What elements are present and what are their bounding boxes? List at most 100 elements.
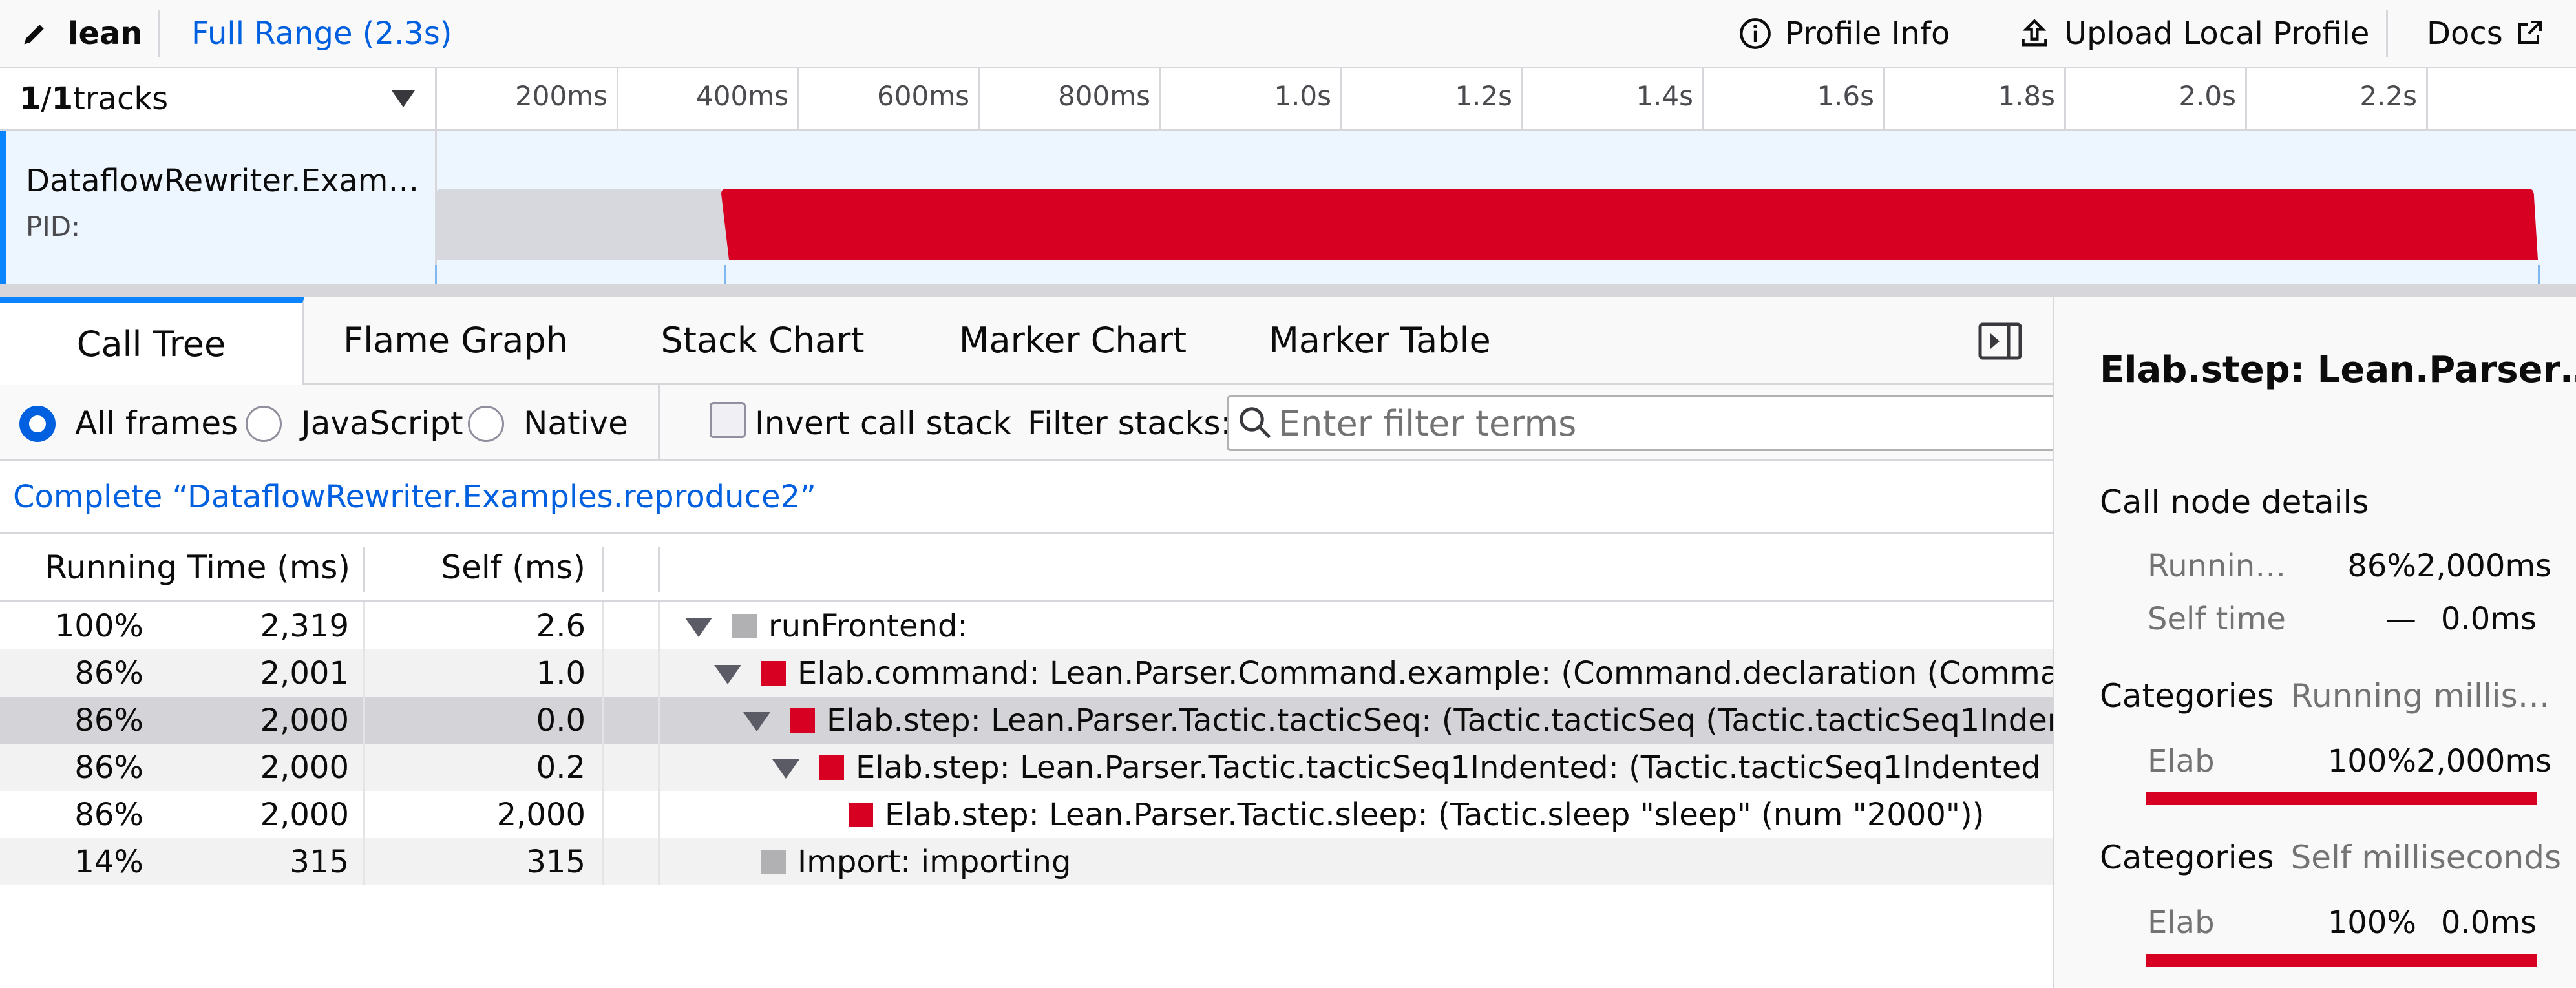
divider [658,791,660,838]
running-percent: 86% [74,749,143,786]
radio-native-label[interactable]: Native [523,385,628,461]
range-breadcrumb[interactable]: Full Range (2.3s) [191,0,452,67]
tree-row[interactable]: 86% 2,000 0.2 Elab.step: Lean.Parser.Tactic… [0,744,2053,791]
dropdown-arrow-icon[interactable] [392,90,415,107]
running-percent: 86% [74,655,143,691]
tab-marker-chart[interactable]: Marker Chart [931,297,1215,383]
divider [158,10,160,57]
radio-native[interactable] [468,406,504,442]
category-swatch [761,661,786,686]
divider [602,602,604,649]
self-time: 0.2 [536,749,586,786]
profile-name[interactable]: lean [68,0,143,67]
category-bar [2146,954,2537,967]
divider [363,547,365,592]
category-swatch [732,614,757,638]
profile-info-label: Profile Info [1785,15,1950,52]
tab-flame-graph[interactable]: Flame Graph [317,297,595,383]
pencil-icon[interactable] [21,0,59,67]
category-pct: 100% [2327,905,2416,941]
timeline-tick-label: 1.4s [1636,80,1693,112]
twisty-icon[interactable] [772,759,799,779]
upload-local-profile-button[interactable]: Upload Local Profile [2018,0,2369,67]
tab-marker-table[interactable]: Marker Table [1234,297,1525,383]
timeline-tick [1159,68,1161,129]
track-name[interactable]: DataflowRewriter.Exam… [26,163,419,199]
tracks-total: 1 [51,80,73,117]
divider [602,791,604,838]
search-icon [1240,407,1271,439]
tree-row[interactable]: 86% 2,000 0.0 Elab.step: Lean.Parser.Tactic… [0,697,2053,744]
tracks-separator: / [41,80,52,117]
category-swatch [761,850,786,874]
divider [658,547,660,592]
categories-sub: Self milliseconds [2290,839,2562,876]
idle-area [435,189,729,260]
self-pct: — [2385,601,2416,637]
self-ms: 0.0ms [2440,601,2537,637]
radio-javascript[interactable] [246,406,282,442]
categories-running-heading: Categories Running millis… [2100,677,2550,715]
panel-splitter[interactable] [0,284,2576,297]
running-percent: 86% [74,796,143,833]
call-tree: 100% 2,319 2.6 runFrontend: 86% 2,001 1.0 Elab.… [0,602,2053,988]
timeline-tick [1521,68,1523,129]
invert-call-stack-label[interactable]: Invert call stack [755,385,1011,461]
running-time-label: Runnin… [2148,548,2286,584]
tree-header: Running Time (ms) Self (ms) [0,534,2053,602]
timeline-tick [1340,68,1342,129]
divider [2386,10,2388,57]
activity-graph[interactable] [435,131,2548,284]
categories-label: Categories [2100,839,2274,876]
tree-row[interactable]: 100% 2,319 2.6 runFrontend: [0,602,2053,649]
call-node-details-heading: Call node details [2100,483,2369,521]
radio-all-frames-label[interactable]: All frames [75,385,238,461]
top-bar: lean Full Range (2.3s) Profile Info Uplo… [0,0,2576,68]
divider [602,649,604,697]
divider [602,697,604,744]
divider [658,838,660,885]
radio-all-frames[interactable] [19,406,56,442]
category-pct: 100% [2327,743,2416,779]
docs-link[interactable]: Docs [2427,0,2544,67]
timeline-tick [978,68,980,129]
category-name: Elab [2148,905,2215,941]
external-link-icon [2518,20,2542,44]
profile-info-button[interactable]: Profile Info [1738,0,1950,67]
timeline-tick [617,68,618,129]
invert-call-stack-checkbox[interactable] [710,402,746,438]
running-pct: 86% [2347,548,2416,584]
filter-stacks-label: Filter stacks: [1028,405,1232,442]
tracks-current: 1 [19,80,41,117]
sidebar-toggle-icon[interactable] [1978,321,2023,362]
filter-stacks-input[interactable] [1278,395,2054,451]
twisty-icon[interactable] [743,712,770,731]
tracks-word: tracks [72,80,169,117]
running-percent: 100% [54,607,143,644]
elab-area [721,189,2538,260]
tree-row[interactable]: 86% 2,001 1.0 Elab.command: Lean.Parser.Com… [0,649,2053,697]
timeline-tick-label: 800ms [1058,80,1150,112]
twisty-icon[interactable] [685,618,712,637]
tree-row[interactable]: 86% 2,000 2,000 Elab.step: Lean.Parser.Tact… [0,791,2053,838]
self-time: 1.0 [536,655,586,691]
tracks-menu-button[interactable]: 1 / 1 tracks [19,68,168,129]
tree-row[interactable]: 14% 315 315 Import: importing [0,838,2053,885]
radio-javascript-label[interactable]: JavaScript [301,385,463,461]
running-percent: 86% [74,702,143,739]
info-icon [1740,17,1771,49]
categories-label: Categories [2100,677,2274,715]
tab-call-tree[interactable]: Call Tree [0,297,304,385]
running-ms: 2,000ms [2416,548,2552,584]
breadcrumb[interactable]: Complete “DataflowRewriter.Examples.repr… [13,461,816,532]
category-swatch [849,803,873,827]
tab-stack-chart[interactable]: Stack Chart [620,297,905,383]
function-name: Elab.step: Lean.Parser.Tactic.tacticSeq1… [856,749,2053,786]
track-pid: PID: [26,211,81,242]
timeline-tick-label: 2.2s [2360,80,2417,112]
twisty-icon[interactable] [714,665,741,684]
breadcrumb-bar: Complete “DataflowRewriter.Examples.repr… [0,461,2053,534]
function-name: runFrontend: [768,607,968,644]
self-time-label: Self time [2148,601,2286,637]
timeline-tick-label: 1.8s [1998,80,2055,112]
